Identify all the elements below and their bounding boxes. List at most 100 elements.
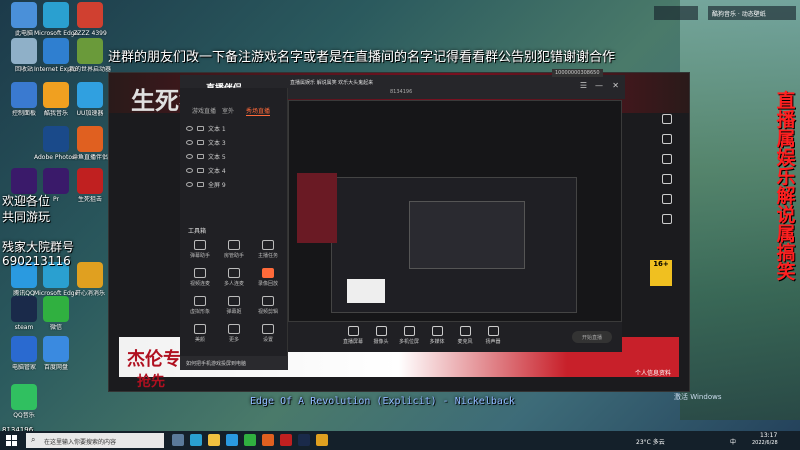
preview-ad-box [347,279,385,303]
tool-label: 弹幕助手 [189,253,210,259]
qq-taskbar-icon[interactable] [226,434,238,446]
desktop-icon-label: UU加速器 [76,110,104,117]
bottom-button-label: 多机位屏 [398,339,419,345]
tab-2[interactable]: 秀场直播 [246,106,271,116]
music-widget[interactable]: 酷狗音乐 · 动态壁纸 [708,6,796,20]
layer-label: 文本 4 [208,167,226,175]
bottom-button[interactable]: 直播屏幕 [338,326,368,345]
tab-0[interactable]: 游戏直播 [192,106,216,115]
tool-button[interactable]: 弹幕助手 [186,240,214,264]
desktop-icon[interactable]: 开心消消乐 [68,262,112,297]
game-taskbar-icon[interactable] [280,434,292,446]
desktop-icon[interactable]: 百度网盘 [34,336,78,371]
lock-icon[interactable] [197,181,204,187]
streamer-taskbar-icon[interactable] [262,434,274,446]
layer-label: 全屏 9 [208,181,226,189]
lock-icon[interactable] [197,167,204,173]
edge-taskbar-icon[interactable] [190,434,202,446]
tool-button[interactable]: 视频剪辑 [254,296,282,320]
weather-widget[interactable] [654,6,698,20]
app-icon [43,82,69,108]
bottom-button[interactable]: 多机位屏 [394,326,424,345]
desktop-icon-label: 斗鱼直播伴侣 [71,154,108,161]
tool-button[interactable]: 多人连麦 [220,268,248,292]
desktop-icon[interactable]: UU加速器 [68,82,112,117]
eye-icon[interactable] [186,181,193,187]
tool-button[interactable]: 视频连麦 [186,268,214,292]
menu-icon[interactable]: ☰ [580,81,587,90]
list-icon[interactable] [662,194,672,204]
task-view-icon[interactable] [172,434,184,446]
bottom-button[interactable]: 多媒体 [422,326,452,345]
bottom-button-label: 直播屏幕 [342,339,363,345]
layer-item[interactable]: 文本 1 [186,122,282,134]
nested-preview-2 [409,201,525,269]
tool-icon [194,268,206,278]
bottom-button-icon [347,326,359,336]
user-icon[interactable] [662,134,672,144]
bottom-button[interactable]: 摄像头 [366,326,396,345]
clock-time[interactable]: 13:17 [760,432,777,439]
app-icon [77,38,103,64]
gift-icon[interactable] [662,174,672,184]
desktop-icon[interactable]: 微信 [34,296,78,331]
eye-icon[interactable] [186,167,193,173]
stream-title[interactable]: 直播属娱乐 解说属笑 欢乐大头鬼起来 [290,79,373,86]
desktop-icon[interactable]: 生死狙击 [68,168,112,203]
tool-button[interactable]: 设置 [254,324,282,348]
weather-status[interactable]: 23°C 多云 [636,437,665,446]
tool-label: 多人连麦 [223,281,244,287]
bottom-button[interactable]: 扬声器 [478,326,508,345]
stream-preview[interactable] [288,100,622,322]
tool-icon [194,240,206,250]
tool-icon [228,296,240,306]
desktop-icon-label: 我的世界启动器 [68,66,111,73]
clock-date[interactable]: 2022/6/28 [752,440,778,446]
app-icon [43,296,69,322]
tab-1[interactable]: 室外 [222,106,234,115]
eye-icon[interactable] [186,139,193,145]
layer-item[interactable]: 文本 4 [186,164,282,176]
layer-item[interactable]: 文本 5 [186,150,282,162]
lock-icon[interactable] [197,139,204,145]
tool-button[interactable]: 更多 [220,324,248,348]
desktop-icon-label: ZZZZ 4399 [73,30,107,37]
music-taskbar-icon[interactable] [316,434,328,446]
eye-icon[interactable] [186,153,193,159]
tool-button[interactable]: 美颜 [186,324,214,348]
search-input[interactable]: ⌕ 在这里输入你要搜索的内容 [26,433,164,448]
bottom-button[interactable]: 麦克风 [450,326,480,345]
steam-taskbar-icon[interactable] [298,434,310,446]
minimize-icon[interactable]: — [595,81,603,90]
eye-icon[interactable] [186,125,193,131]
desktop-icon[interactable]: 斗鱼直播伴侣 [68,126,112,161]
scene-panel: 游戏直播 室外 秀场直播 文本 1 文本 3 文本 5 文本 4 全屏 9 工具箱 弹幕… [180,88,288,370]
tool-button[interactable]: 虚拟形象 [186,296,214,320]
desktop-icon[interactable]: ZZZZ 4399 [68,2,112,37]
start-stream-button[interactable]: 开始直播 [572,331,612,343]
home-icon[interactable] [662,114,672,124]
start-icon[interactable] [6,435,17,446]
desktop-icon[interactable]: QQ音乐 [2,384,46,419]
tool-button[interactable]: 房管助手 [220,240,248,264]
game-icon[interactable] [662,214,672,224]
app-icon [77,262,103,288]
close-icon[interactable]: ✕ [612,81,619,90]
ime-indicator[interactable]: 中 [730,437,736,446]
bottom-button-icon [459,326,471,336]
tool-label: 录像回放 [257,281,278,287]
wechat-taskbar-icon[interactable] [244,434,256,446]
desktop-icon[interactable]: 我的世界启动器 [68,38,112,73]
layer-item[interactable]: 全屏 9 [186,178,282,190]
layer-item[interactable]: 文本 3 [186,136,282,148]
chat-icon[interactable] [662,154,672,164]
tool-icon [262,268,274,278]
tool-button[interactable]: 录像回放 [254,268,282,292]
lock-icon[interactable] [197,125,204,131]
tool-button[interactable]: 主播任务 [254,240,282,264]
lock-icon[interactable] [197,153,204,159]
tool-icon [228,324,240,334]
tool-button[interactable]: 弹幕姬 [220,296,248,320]
chat-hint[interactable]: 如何把手机游戏投屏到电脑 [180,356,288,370]
explorer-taskbar-icon[interactable] [208,434,220,446]
